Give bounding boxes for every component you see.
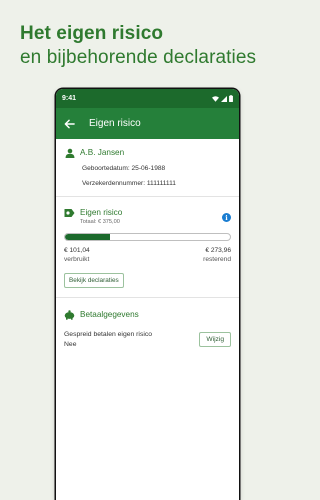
battery-icon (229, 95, 233, 102)
status-bar: 9:41 (56, 89, 239, 108)
remaining-amount: € 273,96 (205, 247, 231, 254)
wifi-icon (212, 95, 219, 102)
payment-value: Nee (64, 341, 77, 348)
phone-screen: 9:41 Eigen risico A.B. Jansen Geboorteda… (56, 89, 239, 500)
payment-title: Betaalgegevens (80, 310, 139, 319)
deductible-progress-fill (65, 234, 110, 240)
view-claims-button[interactable]: Bekijk declaraties (64, 273, 124, 288)
deductible-icon (64, 207, 75, 218)
insured-name: A.B. Jansen (80, 148, 125, 157)
info-icon[interactable]: i (222, 213, 231, 222)
deductible-title: Eigen risico (80, 208, 123, 217)
payment-section: Betaalgegevens Gespreid betalen eigen ri… (56, 298, 239, 357)
remaining-label: resterend (203, 256, 231, 263)
status-time: 9:41 (62, 95, 77, 102)
promo-header: Het eigen risico en bijbehorende declara… (0, 0, 294, 86)
deductible-total: Totaal: € 375,00 (80, 219, 120, 225)
signal-icon (221, 95, 227, 102)
payment-label: Gespreid betalen eigen risico (64, 331, 153, 338)
edit-button[interactable]: Wijzig (199, 332, 231, 347)
promo-title: Het eigen risico (20, 23, 164, 44)
deductible-progress-bar (64, 233, 231, 241)
insurance-number-text: Verzekerdennummer: 111111111 (82, 180, 176, 187)
app-bar: Eigen risico (56, 108, 239, 139)
page-title: Eigen risico (89, 118, 141, 129)
back-arrow-icon[interactable] (64, 118, 76, 130)
promo-subtitle: en bijbehorende declaraties (20, 47, 257, 68)
used-label: verbruikt (64, 256, 90, 263)
used-amount: € 101,04 (64, 247, 90, 254)
person-icon (64, 147, 75, 158)
deductible-section: Eigen risico Totaal: € 375,00 i € 101,04… (56, 197, 239, 298)
status-icons (212, 95, 233, 102)
piggy-bank-icon (64, 309, 75, 320)
insured-person-section: A.B. Jansen Geboortedatum: 25-06-1988 Ve… (56, 139, 239, 197)
deductible-amounts: € 101,04 verbruikt € 273,96 resterend (64, 247, 231, 263)
birthdate-text: Geboortedatum: 25-06-1988 (82, 165, 166, 172)
